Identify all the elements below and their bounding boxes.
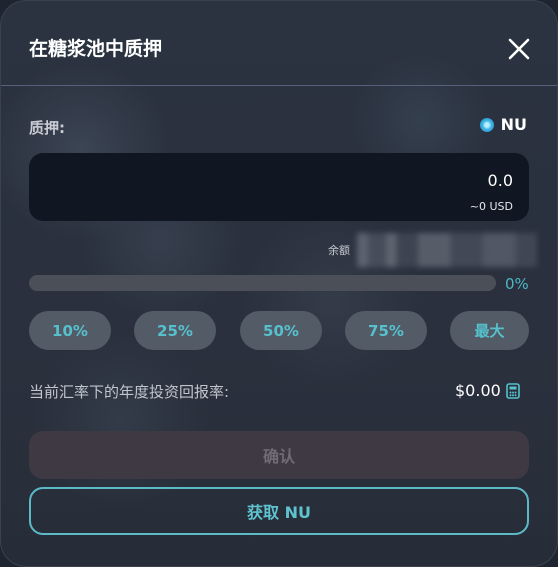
balance-value-redacted — [357, 233, 537, 267]
calculator-icon[interactable] — [506, 383, 520, 399]
stake-slider[interactable] — [29, 275, 496, 291]
confirm-button[interactable]: 确认 — [29, 431, 529, 479]
close-icon[interactable] — [506, 36, 532, 62]
get-nu-button[interactable]: 获取 NU — [29, 487, 529, 535]
stake-amount-input[interactable]: 0.0 ~0 USD — [29, 153, 529, 221]
token-indicator: NU — [479, 115, 527, 134]
percent-25-button[interactable]: 25% — [134, 311, 216, 350]
modal-header: 在糖浆池中质押 — [1, 1, 557, 86]
percent-10-button[interactable]: 10% — [29, 311, 111, 350]
stake-modal: 在糖浆池中质押 质押: NU 0.0 ~0 USD 余额 0% 10% 25% … — [0, 0, 558, 567]
usd-value: ~0 USD — [469, 200, 513, 213]
percent-max-button[interactable]: 最大 — [450, 311, 529, 350]
slider-percent: 0% — [505, 275, 529, 293]
apr-label: 当前汇率下的年度投资回报率: — [29, 383, 230, 401]
nu-token-icon — [479, 117, 494, 132]
balance-label: 余额 — [328, 244, 350, 257]
apr-value: $0.00 — [455, 381, 501, 400]
percent-75-button[interactable]: 75% — [345, 311, 427, 350]
percent-50-button[interactable]: 50% — [240, 311, 322, 350]
amount-value[interactable]: 0.0 — [488, 171, 513, 190]
token-symbol: NU — [500, 115, 527, 134]
stake-label: 质押: — [29, 119, 65, 137]
modal-title: 在糖浆池中质押 — [29, 38, 163, 60]
